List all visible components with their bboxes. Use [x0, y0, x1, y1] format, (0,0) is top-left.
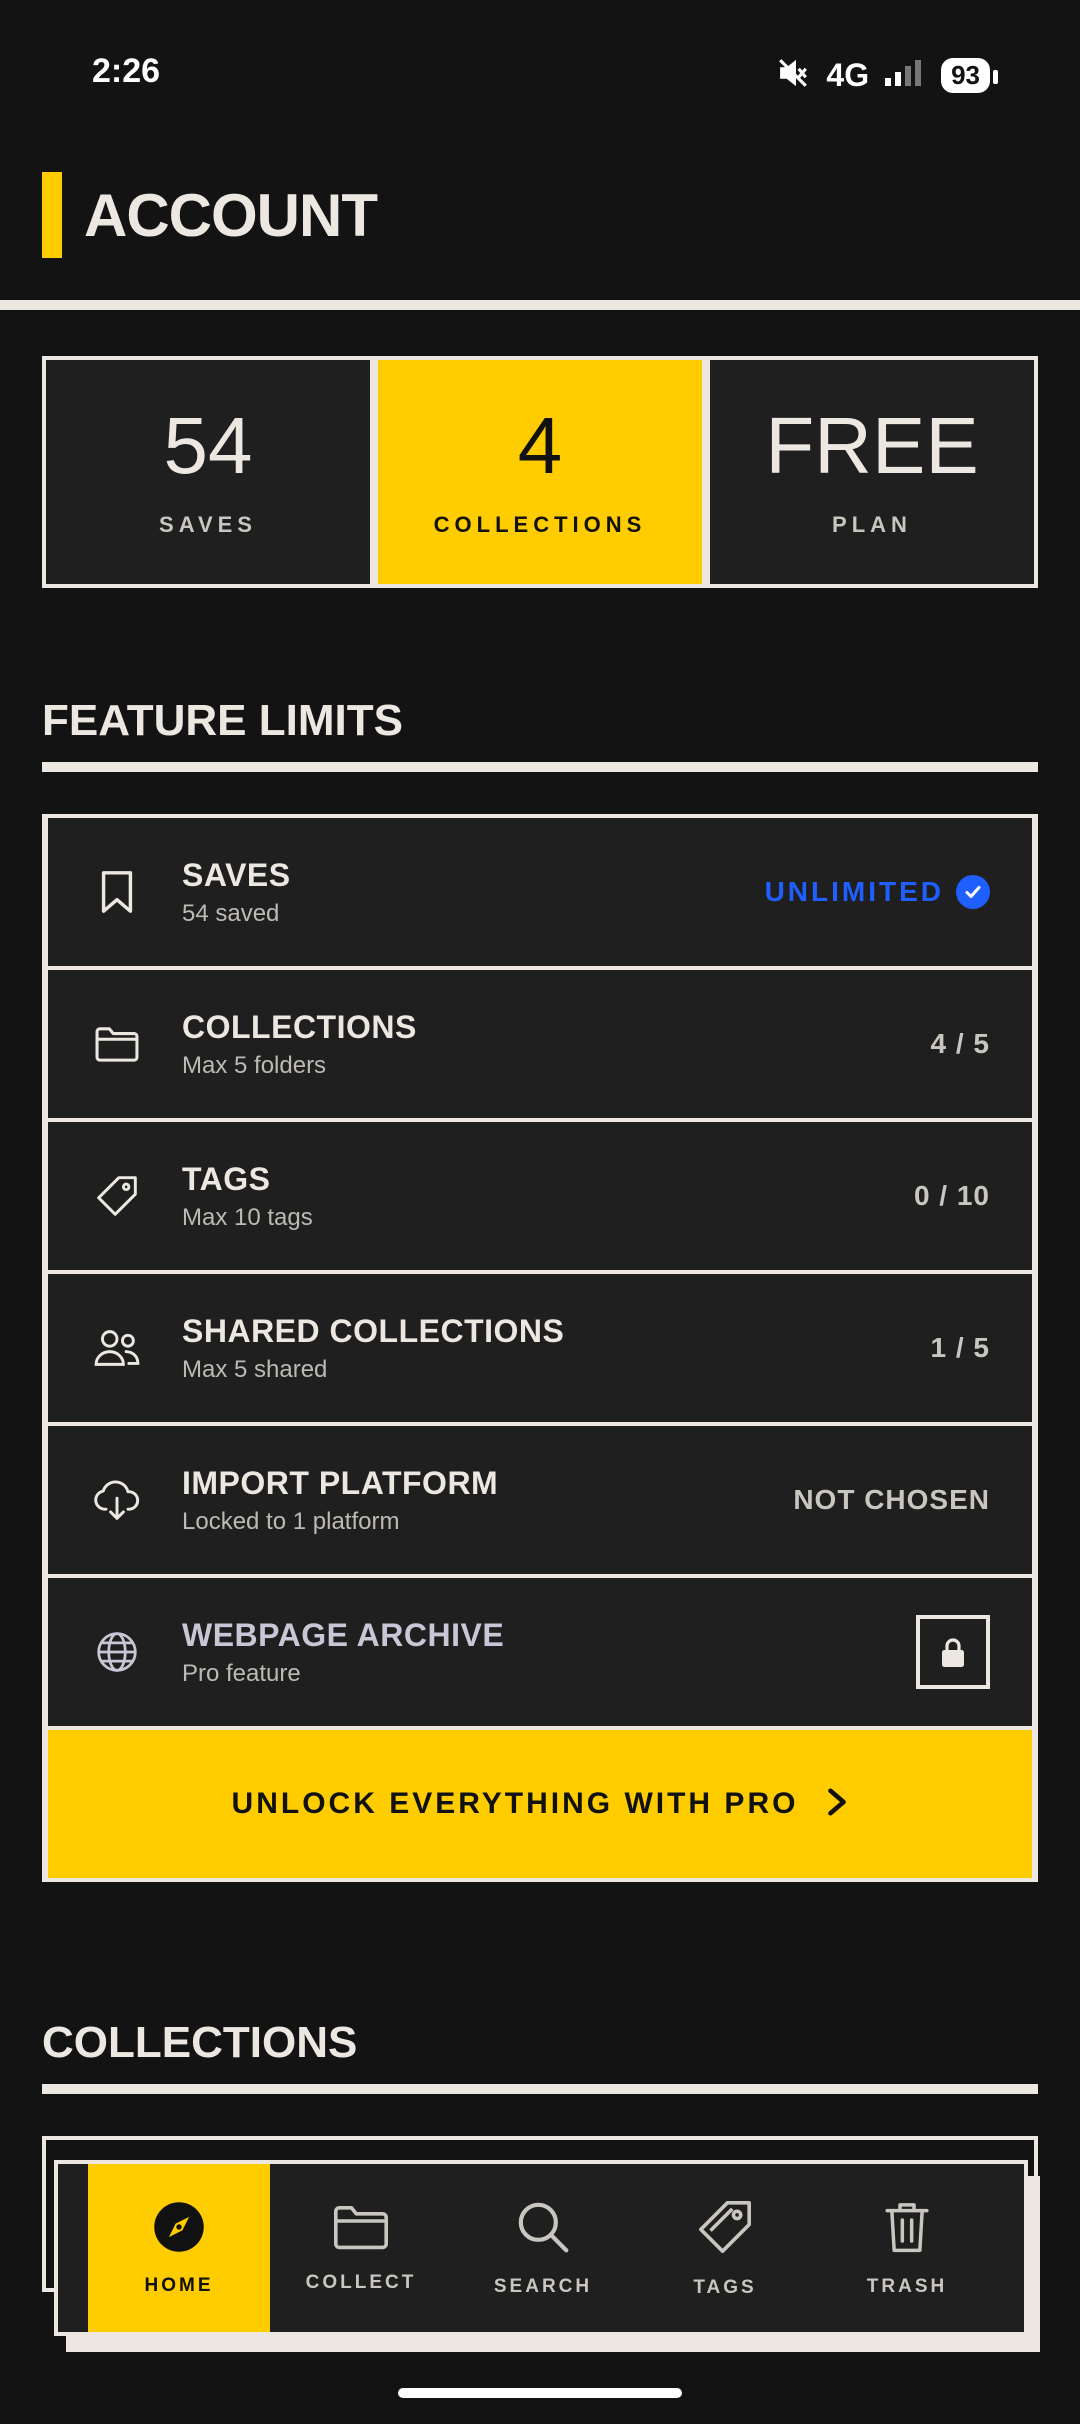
nav-collect[interactable]: COLLECT	[270, 2164, 452, 2332]
stats-panel: 54 SAVES 4 COLLECTIONS FREE PLAN	[42, 356, 1038, 588]
nav-trash[interactable]: TRASH	[816, 2164, 998, 2332]
nav-tags[interactable]: TAGS	[634, 2164, 816, 2332]
nav-collect-label: COLLECT	[305, 2271, 417, 2293]
feature-limits-divider	[42, 762, 1038, 772]
nav-home[interactable]: HOME	[88, 2164, 270, 2332]
limit-row-shared-collections[interactable]: SHARED COLLECTIONS Max 5 shared 1 / 5	[46, 1274, 1034, 1422]
stat-saves-label: SAVES	[159, 512, 257, 537]
lock-badge[interactable]	[916, 1615, 990, 1689]
limit-row-tags[interactable]: TAGS Max 10 tags 0 / 10	[46, 1122, 1034, 1270]
limit-value: UNLIMITED	[765, 875, 990, 909]
trash-icon	[882, 2199, 932, 2260]
signal-icon	[885, 58, 925, 93]
status-time: 2:26	[92, 52, 161, 90]
limit-title: TAGS	[182, 1160, 271, 1197]
header-divider	[0, 300, 1080, 310]
limit-value: 4 / 5	[930, 1028, 990, 1059]
search-icon	[515, 2199, 571, 2260]
nav-tags-label: TAGS	[693, 2276, 757, 2298]
globe-icon	[90, 1625, 144, 1679]
limit-row-saves[interactable]: SAVES 54 saved UNLIMITED	[46, 818, 1034, 966]
stat-plan-value: FREE	[765, 401, 979, 490]
network-type: 4G	[826, 57, 870, 93]
lock-icon	[942, 1638, 964, 1667]
header-accent-bar	[42, 172, 62, 258]
folder-icon	[332, 2203, 390, 2256]
limit-title: WEBPAGE ARCHIVE	[182, 1616, 505, 1653]
tag-icon	[696, 2198, 754, 2261]
bottom-nav: HOME COLLECT SEARCH TAGS TRASH	[54, 2160, 1028, 2336]
bookmark-icon	[90, 865, 144, 919]
limit-title: SHARED COLLECTIONS	[182, 1312, 565, 1349]
battery-indicator: 93	[941, 58, 998, 93]
feature-limits-list: SAVES 54 saved UNLIMITED COLLECTIONS Max…	[42, 814, 1038, 1882]
limit-value: 1 / 5	[930, 1332, 990, 1363]
limit-title: SAVES	[182, 856, 291, 893]
page-header: ACCOUNT	[42, 172, 378, 258]
mute-icon	[776, 56, 810, 95]
limit-subtitle: Pro feature	[182, 1659, 301, 1687]
limit-value: NOT CHOSEN	[793, 1484, 990, 1515]
feature-limits-title: FEATURE LIMITS	[42, 696, 403, 745]
unlock-pro-button[interactable]: UNLOCK EVERYTHING WITH PRO	[46, 1730, 1034, 1878]
nav-search[interactable]: SEARCH	[452, 2164, 634, 2332]
folder-icon	[90, 1017, 144, 1071]
limit-subtitle: Max 5 shared	[182, 1355, 328, 1383]
chevron-right-icon	[826, 1787, 848, 1822]
collections-divider	[42, 2084, 1038, 2094]
nav-home-label: HOME	[144, 2274, 214, 2296]
nav-trash-label: TRASH	[866, 2275, 948, 2297]
page-title: ACCOUNT	[84, 181, 378, 249]
tag-icon	[90, 1169, 144, 1223]
status-icons: 4G 93	[776, 56, 998, 95]
status-bar: 2:26 4G 93	[0, 0, 1080, 150]
compass-icon	[152, 2200, 206, 2259]
cloud-download-icon	[90, 1473, 144, 1527]
nav-search-label: SEARCH	[493, 2275, 593, 2297]
limit-row-collections[interactable]: COLLECTIONS Max 5 folders 4 / 5	[46, 970, 1034, 1118]
check-circle-icon	[956, 875, 990, 909]
limit-title: IMPORT PLATFORM	[182, 1464, 499, 1501]
stat-saves[interactable]: 54 SAVES	[46, 360, 370, 584]
stat-collections[interactable]: 4 COLLECTIONS	[378, 360, 702, 584]
stat-saves-value: 54	[163, 401, 253, 490]
limit-title: COLLECTIONS	[182, 1008, 417, 1045]
users-icon	[90, 1321, 144, 1375]
stat-collections-label: COLLECTIONS	[433, 512, 647, 537]
limit-subtitle: Max 5 folders	[182, 1051, 327, 1079]
limit-value: 0 / 10	[913, 1180, 990, 1211]
stat-collections-value: 4	[517, 401, 563, 490]
unlock-pro-label: UNLOCK EVERYTHING WITH PRO	[231, 1787, 799, 1820]
limit-subtitle: Max 10 tags	[182, 1203, 313, 1231]
limit-subtitle: Locked to 1 platform	[182, 1507, 400, 1535]
stat-plan[interactable]: FREE PLAN	[710, 360, 1034, 584]
home-indicator[interactable]	[398, 2388, 682, 2398]
limit-value-text: UNLIMITED	[764, 876, 944, 907]
limit-row-webpage-archive[interactable]: WEBPAGE ARCHIVE Pro feature	[46, 1578, 1034, 1726]
limit-subtitle: 54 saved	[182, 899, 280, 927]
stat-plan-label: PLAN	[832, 512, 912, 537]
limit-row-import-platform[interactable]: IMPORT PLATFORM Locked to 1 platform NOT…	[46, 1426, 1034, 1574]
collections-title: COLLECTIONS	[42, 2018, 358, 2067]
